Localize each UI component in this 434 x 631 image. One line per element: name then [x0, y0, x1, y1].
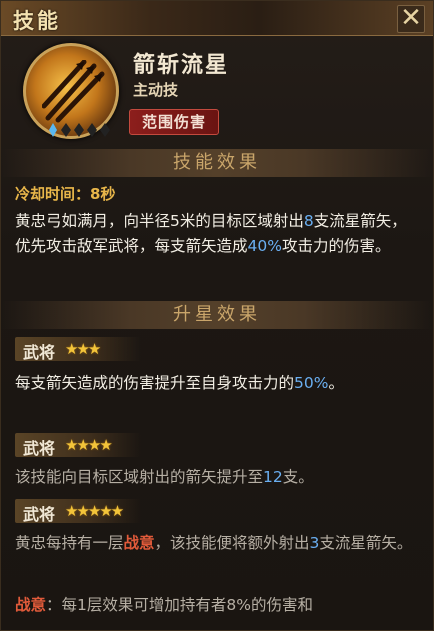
upgrade-number: 50%	[294, 374, 329, 392]
upgrade-text: 该技能向目标区域射出的箭矢提升至	[15, 468, 264, 486]
tier-label: 武将	[23, 505, 56, 524]
upgrade-number: 12	[263, 468, 283, 486]
desc-number: 8	[303, 212, 314, 230]
upgrade-highlight: 战意	[123, 534, 155, 552]
skill-panel: 技能 ✕ 箭斩流星 主动技 范围伤害 技能效果 冷却时间：8秒 黄忠弓如满月，向…	[0, 0, 434, 631]
star-level-icon	[49, 123, 110, 137]
upgrades-header: 升星效果	[1, 301, 433, 329]
tier-label: 武将	[23, 439, 56, 458]
desc-text: 攻击力的伤害。	[281, 237, 391, 255]
footnote-text: ：每1层效果可增加持有者8%的伤害和	[46, 596, 313, 614]
close-icon: ✕	[400, 3, 422, 33]
star-icon: ★★★★	[65, 436, 113, 454]
effect-description: 黄忠弓如满月，向半径5米的目标区域射出8支流星箭矢，优先攻击敌军武将，每支箭矢造…	[15, 209, 419, 259]
window-title: 技能	[13, 8, 61, 33]
effects-header: 技能效果	[1, 149, 433, 177]
cooldown-text: 冷却时间：8秒	[15, 185, 116, 203]
star-icon: ★★★	[65, 340, 101, 358]
upgrade-number: 3	[309, 534, 320, 552]
star-tier-tag: 武将 ★★★★★	[15, 499, 141, 524]
star-tier-tag: 武将 ★★★	[15, 337, 141, 362]
desc-text: 黄忠弓如满月，向半径5米的目标区域射出	[15, 212, 304, 230]
star-icon: ★★★★★	[65, 502, 124, 520]
upgrade-text: 每支箭矢造成的伤害提升至自身攻击力的	[15, 374, 295, 392]
arrows-icon	[42, 60, 105, 123]
skill-type: 主动技	[133, 81, 179, 99]
title-bar: 技能 ✕	[1, 1, 433, 36]
upgrade-text: 支流星箭矢。	[319, 534, 413, 552]
close-button[interactable]: ✕	[397, 5, 425, 33]
desc-number: 40%	[247, 237, 282, 255]
upgrade-text: 。	[328, 374, 344, 392]
skill-tag-badge: 范围伤害	[129, 109, 220, 135]
upgrade-text: 支。	[282, 468, 314, 486]
upgrade-text: 黄忠每持有一层	[15, 534, 124, 552]
upgrade-description: 每支箭矢造成的伤害提升至自身攻击力的50%。	[15, 371, 419, 396]
upgrade-text: ，该技能便将额外射出	[154, 534, 310, 552]
footnote-term: 战意	[15, 596, 47, 614]
star-tier-tag: 武将 ★★★★	[15, 433, 141, 458]
skill-name: 箭斩流星	[133, 52, 230, 78]
tier-label: 武将	[23, 343, 56, 362]
upgrade-description: 该技能向目标区域射出的箭矢提升至12支。	[15, 465, 419, 490]
upgrade-description: 黄忠每持有一层战意，该技能便将额外射出3支流星箭矢。	[15, 531, 419, 556]
footnote: 战意：每1层效果可增加持有者8%的伤害和	[15, 593, 419, 618]
